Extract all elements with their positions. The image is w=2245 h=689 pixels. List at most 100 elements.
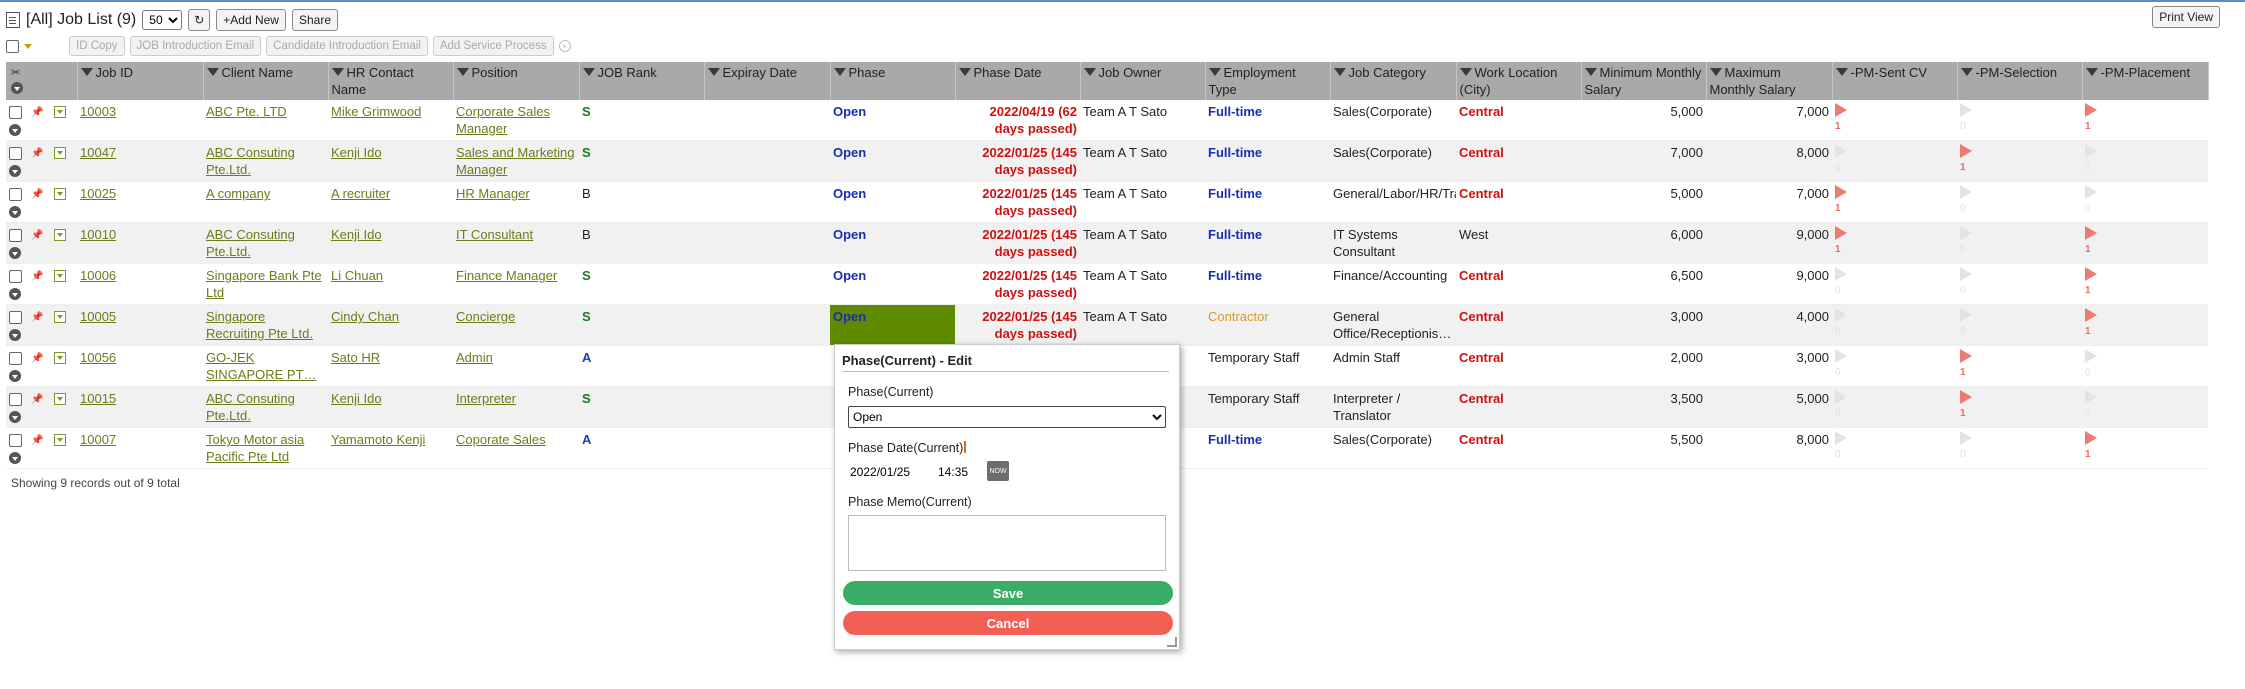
- pm-flag-cell[interactable]: 0: [1957, 222, 2082, 264]
- table-row[interactable]: 📌 10003 ABC Pte. LTD Mike Grimwood Corporate…: [6, 100, 2208, 141]
- phase-select[interactable]: Open: [848, 406, 1166, 428]
- flag-icon[interactable]: [1960, 349, 1972, 363]
- job-id-link[interactable]: 10010: [80, 227, 116, 242]
- row-menu-icon[interactable]: [54, 352, 66, 364]
- pm-flag-cell[interactable]: 0: [2082, 386, 2208, 428]
- job-intro-email-button[interactable]: JOB Introduction Email: [129, 36, 262, 56]
- flag-icon[interactable]: [2085, 226, 2097, 240]
- pin-icon[interactable]: 📌: [31, 391, 43, 408]
- flag-icon[interactable]: [2085, 267, 2097, 281]
- pin-icon[interactable]: 📌: [31, 432, 43, 449]
- add-service-process-button[interactable]: Add Service Process: [432, 36, 554, 56]
- position-link[interactable]: HR Manager: [456, 186, 530, 201]
- job-id-link[interactable]: 10056: [80, 350, 116, 365]
- column-menu-icon[interactable]: [1835, 68, 1848, 76]
- hr-contact-link[interactable]: Kenji Ido: [331, 391, 382, 406]
- pin-icon[interactable]: 📌: [31, 145, 43, 162]
- phase-cell[interactable]: Open: [830, 140, 955, 182]
- client-name-link[interactable]: GO-JEK SINGAPORE PT…: [206, 350, 317, 382]
- client-name-link[interactable]: ABC Pte. LTD: [206, 104, 287, 119]
- flag-icon[interactable]: [1835, 349, 1847, 363]
- row-menu-icon[interactable]: [54, 434, 66, 446]
- column-menu-icon[interactable]: [1459, 68, 1472, 76]
- row-expand-icon[interactable]: [9, 124, 21, 136]
- flag-icon[interactable]: [1835, 267, 1847, 281]
- position-link[interactable]: Corporate Sales Manager: [456, 104, 550, 136]
- flag-icon[interactable]: [1960, 226, 1972, 240]
- flag-icon[interactable]: [2085, 349, 2097, 363]
- row-expand-icon[interactable]: [9, 329, 21, 341]
- column-header[interactable]: Minimum Monthly Salary: [1581, 62, 1707, 100]
- row-menu-icon[interactable]: [54, 147, 66, 159]
- column-header[interactable]: -PM-Placement: [2082, 62, 2209, 100]
- row-expand-icon[interactable]: [9, 452, 21, 464]
- pm-flag-cell[interactable]: 0: [2082, 345, 2208, 387]
- hr-contact-link[interactable]: Kenji Ido: [331, 145, 382, 160]
- position-link[interactable]: Coporate Sales: [456, 432, 546, 447]
- phase-memo-textarea[interactable]: [848, 515, 1166, 571]
- row-checkbox[interactable]: [9, 434, 22, 447]
- client-name-link[interactable]: ABC Consuting Pte.Ltd.: [206, 227, 295, 259]
- phase-cell[interactable]: Open: [830, 181, 955, 223]
- pm-flag-cell[interactable]: 1: [1957, 386, 2082, 428]
- row-menu-icon[interactable]: [54, 311, 66, 323]
- phase-time-input[interactable]: [936, 462, 988, 482]
- pm-flag-cell[interactable]: 0: [1832, 427, 1957, 469]
- job-id-link[interactable]: 10006: [80, 268, 116, 283]
- column-header[interactable]: Job Category: [1330, 62, 1457, 100]
- row-menu-icon[interactable]: [54, 188, 66, 200]
- table-row[interactable]: 📌 10006 Singapore Bank Pte Ltd Li Chuan Fina…: [6, 263, 2208, 305]
- pm-flag-cell[interactable]: 1: [1957, 140, 2082, 182]
- row-checkbox[interactable]: [9, 229, 22, 242]
- phase-date-input[interactable]: [848, 462, 932, 482]
- job-id-link[interactable]: 10005: [80, 309, 116, 324]
- row-checkbox[interactable]: [9, 188, 22, 201]
- column-menu-icon[interactable]: [1584, 68, 1597, 76]
- column-menu-icon[interactable]: [1709, 68, 1722, 76]
- flag-icon[interactable]: [1960, 103, 1972, 117]
- id-copy-button[interactable]: ID Copy: [69, 36, 125, 56]
- column-header[interactable]: -PM-Selection: [1957, 62, 2083, 100]
- pm-flag-cell[interactable]: 0: [1957, 263, 2082, 305]
- column-header[interactable]: Phase Date: [955, 62, 1081, 100]
- flag-icon[interactable]: [1960, 185, 1972, 199]
- flag-icon[interactable]: [1960, 308, 1972, 322]
- pm-flag-cell[interactable]: 1: [2082, 427, 2208, 469]
- pm-flag-cell[interactable]: 1: [1957, 345, 2082, 387]
- row-menu-icon[interactable]: [54, 270, 66, 282]
- flag-icon[interactable]: [1835, 226, 1847, 240]
- per-page-select[interactable]: 50: [142, 10, 183, 30]
- select-menu-icon[interactable]: [24, 43, 32, 49]
- position-link[interactable]: Concierge: [456, 309, 515, 324]
- column-menu-icon[interactable]: [80, 68, 93, 76]
- pm-flag-cell[interactable]: 1: [1832, 181, 1957, 223]
- flag-icon[interactable]: [2085, 390, 2097, 404]
- row-checkbox[interactable]: [9, 106, 22, 119]
- flag-icon[interactable]: [1835, 103, 1847, 117]
- row-expand-icon[interactable]: [9, 288, 21, 300]
- position-link[interactable]: Admin: [456, 350, 493, 365]
- pm-flag-cell[interactable]: 0: [1957, 304, 2082, 346]
- pin-icon[interactable]: 📌: [31, 309, 43, 326]
- row-expand-icon[interactable]: [9, 165, 21, 177]
- column-menu-icon[interactable]: [582, 68, 595, 76]
- column-header[interactable]: Employment Type: [1205, 62, 1331, 100]
- pm-flag-cell[interactable]: 0: [1832, 345, 1957, 387]
- pm-flag-cell[interactable]: 0: [1832, 263, 1957, 305]
- flag-icon[interactable]: [2085, 308, 2097, 322]
- hr-contact-link[interactable]: Sato HR: [331, 350, 380, 365]
- pm-flag-cell[interactable]: 1: [2082, 222, 2208, 264]
- hr-contact-link[interactable]: Yamamoto Kenji: [331, 432, 425, 447]
- expand-all-icon[interactable]: [11, 82, 23, 94]
- column-header[interactable]: Expiray Date: [704, 62, 831, 100]
- phase-cell[interactable]: Open: [830, 304, 955, 346]
- table-row[interactable]: 📌 10025 A company A recruiter HR Manager B Ope…: [6, 181, 2208, 223]
- row-menu-icon[interactable]: [54, 393, 66, 405]
- column-header[interactable]: Position: [453, 62, 580, 100]
- client-name-link[interactable]: Singapore Bank Pte Ltd: [206, 268, 322, 300]
- column-menu-icon[interactable]: [2085, 68, 2098, 76]
- flag-icon[interactable]: [2085, 103, 2097, 117]
- row-checkbox[interactable]: [9, 393, 22, 406]
- client-name-link[interactable]: ABC Consuting Pte.Ltd.: [206, 145, 295, 177]
- row-expand-icon[interactable]: [9, 247, 21, 259]
